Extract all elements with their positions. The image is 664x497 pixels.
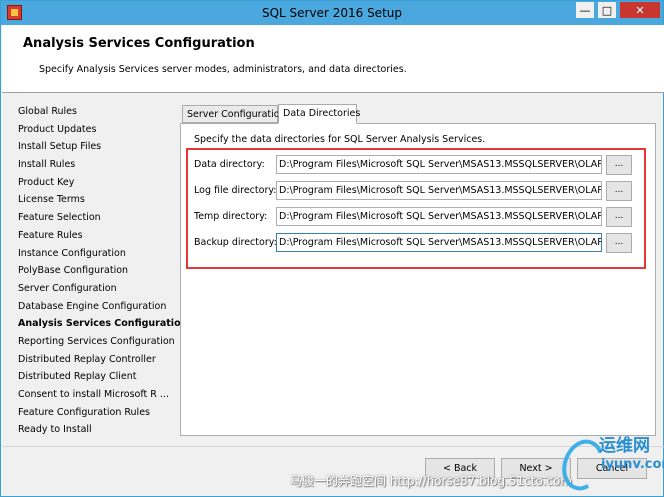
temp-directory-label: Temp directory: bbox=[194, 211, 268, 222]
log-directory-browse-button[interactable]: ... bbox=[606, 181, 632, 201]
data-directory-row: Data directory: D:\Program Files\Microso… bbox=[181, 155, 657, 177]
temp-directory-row: Temp directory: D:\Program Files\Microso… bbox=[181, 207, 657, 229]
nav-item[interactable]: Global Rules bbox=[18, 103, 178, 121]
data-directory-browse-button[interactable]: ... bbox=[606, 155, 632, 175]
data-directories-panel: Specify the data directories for SQL Ser… bbox=[180, 123, 656, 436]
page-subtitle: Specify Analysis Services server modes, … bbox=[39, 64, 407, 75]
nav-item[interactable]: PolyBase Configuration bbox=[18, 262, 178, 280]
backup-directory-input[interactable]: D:\Program Files\Microsoft SQL Server\MS… bbox=[276, 233, 602, 252]
maximize-button[interactable]: □ bbox=[597, 1, 617, 19]
log-directory-row: Log file directory: D:\Program Files\Mic… bbox=[181, 181, 657, 203]
log-directory-label: Log file directory: bbox=[194, 185, 277, 196]
temp-directory-browse-button[interactable]: ... bbox=[606, 207, 632, 227]
nav-item-active[interactable]: Analysis Services Configuration bbox=[18, 315, 187, 333]
temp-directory-input[interactable]: D:\Program Files\Microsoft SQL Server\MS… bbox=[276, 207, 602, 226]
window-title: SQL Server 2016 Setup bbox=[261, 6, 402, 20]
nav-item[interactable]: Server Configuration bbox=[18, 280, 178, 298]
nav-item[interactable]: Product Updates bbox=[18, 121, 178, 139]
logo-en-text: iyunv.com bbox=[601, 457, 664, 472]
data-directory-label: Data directory: bbox=[194, 159, 265, 170]
logo-cn-text: 运维网 bbox=[599, 436, 650, 456]
tab-server-configuration[interactable]: Server Configuration bbox=[182, 105, 286, 123]
nav-item[interactable]: Consent to install Microsoft R ... bbox=[18, 386, 178, 404]
setup-steps-nav: Global Rules Product Updates Install Set… bbox=[18, 103, 187, 439]
nav-item[interactable]: Database Engine Configuration bbox=[18, 298, 178, 316]
setup-window: SQL Server 2016 Setup — □ ✕ Analysis Ser… bbox=[0, 0, 664, 497]
backup-directory-browse-button[interactable]: ... bbox=[606, 233, 632, 253]
close-button[interactable]: ✕ bbox=[619, 1, 661, 19]
nav-item[interactable]: Reporting Services Configuration bbox=[18, 333, 178, 351]
tab-data-directories[interactable]: Data Directories bbox=[278, 104, 360, 124]
nav-item[interactable]: License Terms bbox=[18, 191, 178, 209]
nav-item[interactable]: Install Rules bbox=[18, 156, 178, 174]
backup-directory-row: Backup directory: D:\Program Files\Micro… bbox=[181, 233, 657, 255]
log-directory-input[interactable]: D:\Program Files\Microsoft SQL Server\MS… bbox=[276, 181, 602, 200]
nav-item[interactable]: Feature Configuration Rules bbox=[18, 404, 178, 422]
nav-item[interactable]: Feature Rules bbox=[18, 227, 178, 245]
title-bar[interactable]: SQL Server 2016 Setup — □ ✕ bbox=[1, 1, 663, 25]
watermark-text: 马骏一的奔跑空间 http://horse87.blog.51cto.com bbox=[290, 474, 573, 488]
page-title: Analysis Services Configuration bbox=[23, 36, 255, 51]
nav-item[interactable]: Ready to Install bbox=[18, 421, 178, 439]
nav-item[interactable]: Feature Selection bbox=[18, 209, 178, 227]
page-header: Analysis Services Configuration Specify … bbox=[2, 25, 664, 93]
backup-directory-label: Backup directory: bbox=[194, 237, 277, 248]
watermark-logo: 运维网 iyunv.com bbox=[555, 431, 664, 497]
nav-item[interactable]: Distributed Replay Client bbox=[18, 368, 178, 386]
nav-item[interactable]: Distributed Replay Controller bbox=[18, 351, 178, 369]
nav-item[interactable]: Product Key bbox=[18, 174, 178, 192]
nav-item[interactable]: Install Setup Files bbox=[18, 138, 178, 156]
minimize-button[interactable]: — bbox=[575, 1, 595, 19]
nav-item[interactable]: Instance Configuration bbox=[18, 245, 178, 263]
data-directory-input[interactable]: D:\Program Files\Microsoft SQL Server\MS… bbox=[276, 155, 602, 174]
panel-description: Specify the data directories for SQL Ser… bbox=[194, 134, 486, 145]
